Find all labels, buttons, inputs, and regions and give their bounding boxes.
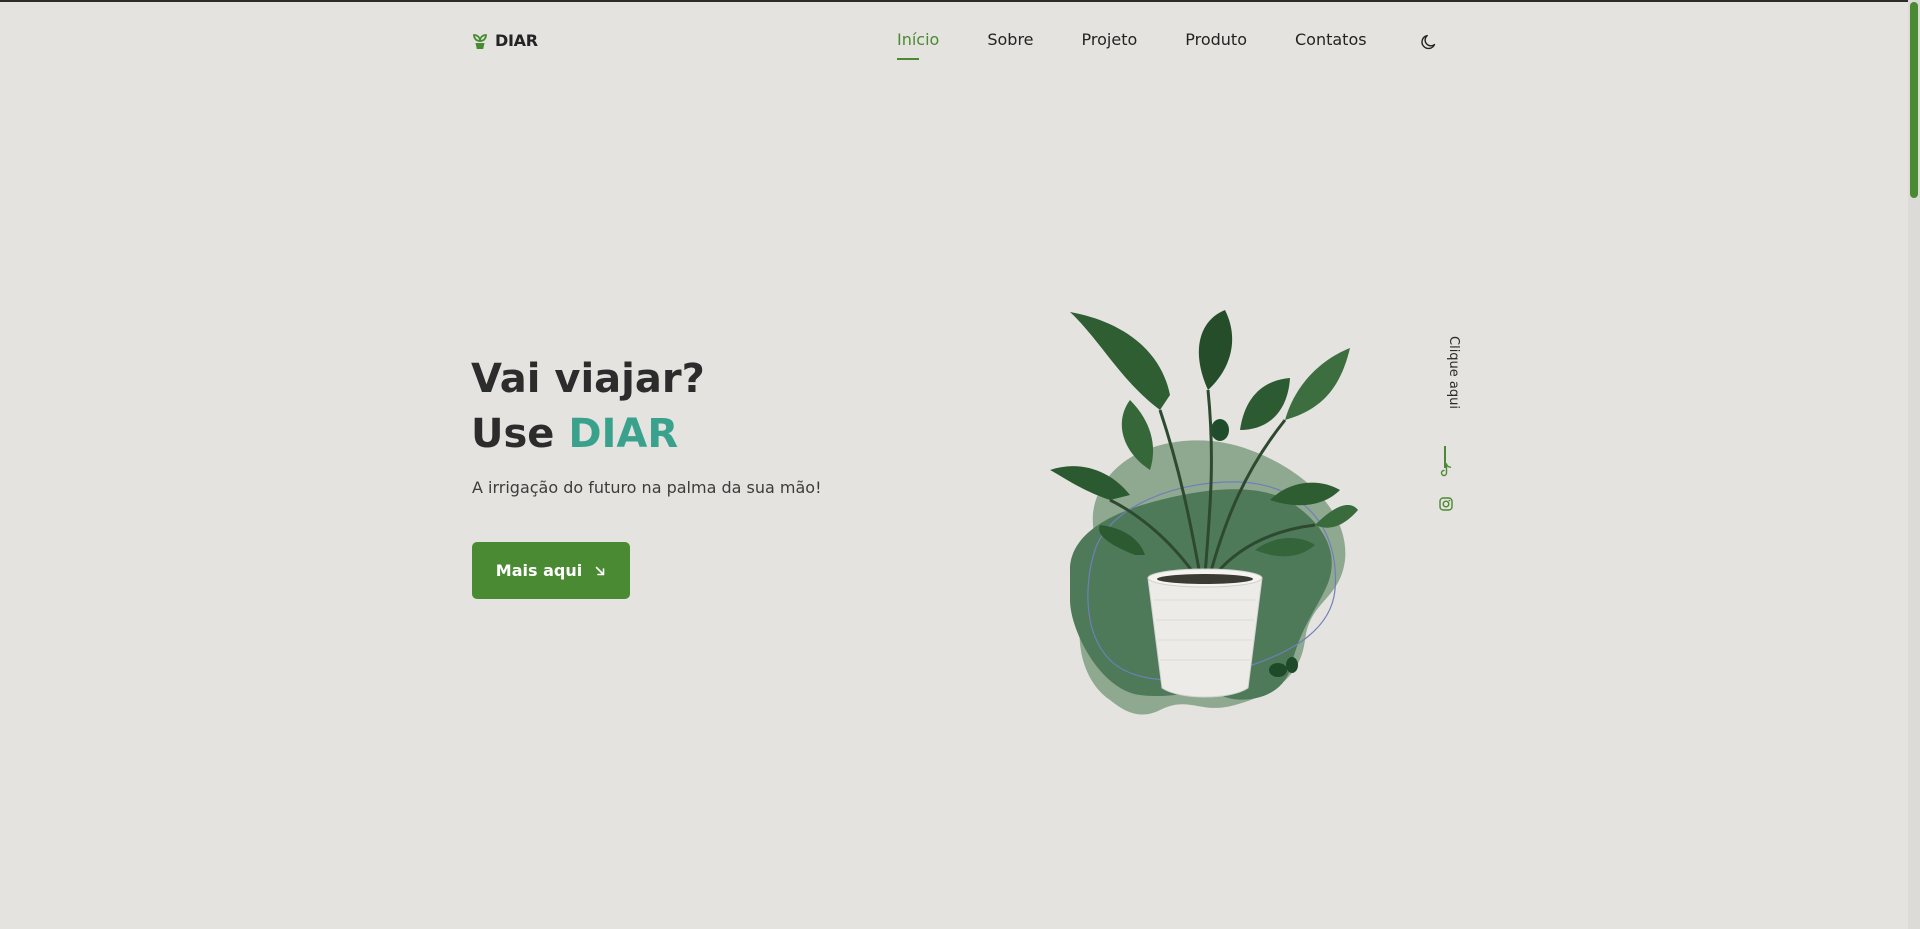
page-scrollbar[interactable] <box>1908 0 1920 929</box>
hero-title-line1: Vai viajar? <box>471 356 705 402</box>
nav-item-inicio[interactable]: Início <box>897 30 939 60</box>
brand-logo[interactable]: DIAR <box>472 31 538 50</box>
moon-icon[interactable] <box>1420 33 1438 51</box>
tiktok-icon[interactable] <box>1438 462 1454 478</box>
brand-name: DIAR <box>495 31 538 50</box>
social-links: Clique aqui <box>1428 336 1464 516</box>
scrollbar-thumb[interactable] <box>1910 2 1918 198</box>
nav-item-produto[interactable]: Produto <box>1185 30 1247 49</box>
potted-plant-illustration <box>1050 310 1358 715</box>
hero-title-prefix: Use <box>471 411 569 457</box>
hero-subtitle: A irrigação do futuro na palma da sua mã… <box>472 478 822 497</box>
nav-item-contatos[interactable]: Contatos <box>1295 30 1367 49</box>
nav-item-projeto[interactable]: Projeto <box>1082 30 1138 49</box>
social-label: Clique aqui <box>1446 336 1461 409</box>
nav-item-sobre[interactable]: Sobre <box>987 30 1033 49</box>
arrow-down-right-icon <box>595 566 605 575</box>
instagram-icon[interactable] <box>1438 496 1454 512</box>
main-nav: Início Sobre Projeto Produto Contatos <box>897 30 1367 60</box>
hero-title-accent: DIAR <box>568 411 679 457</box>
plant-sprout-icon <box>473 33 487 49</box>
cta-label: Mais aqui <box>495 561 583 580</box>
hero-title-line2: Use DIAR <box>471 407 705 462</box>
cta-button[interactable]: Mais aqui <box>472 542 630 599</box>
site-header: DIAR Início Sobre Projeto Produto Contat… <box>0 0 1920 84</box>
hero-title: Vai viajar? Use DIAR <box>471 352 705 462</box>
